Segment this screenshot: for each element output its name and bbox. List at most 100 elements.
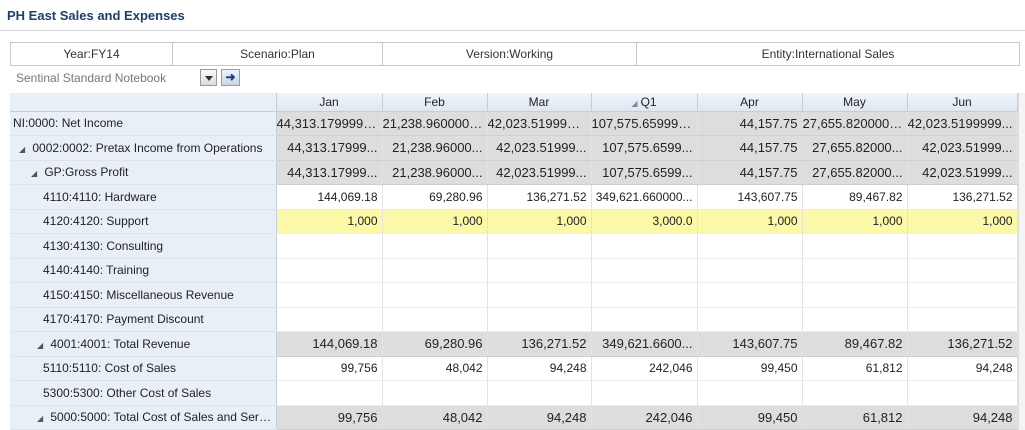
grid-cell[interactable] — [697, 258, 803, 283]
grid-cell[interactable] — [907, 307, 1018, 332]
grid-cell[interactable]: 1,000 — [802, 209, 908, 234]
pov-version[interactable]: Version:Working — [383, 43, 637, 65]
grid-cell[interactable] — [591, 233, 698, 259]
collapse-icon[interactable]: ◢ — [19, 145, 29, 154]
grid-cell[interactable]: 21,238.96000... — [382, 160, 488, 185]
grid-cell[interactable]: 42,023.51999... — [907, 160, 1018, 185]
grid-cell[interactable] — [591, 282, 698, 308]
grid-cell[interactable]: 99,756 — [276, 405, 383, 430]
notebook-select[interactable]: Sentinal Standard Notebook — [10, 68, 198, 88]
go-button[interactable]: ➜ — [221, 69, 240, 86]
grid-cell[interactable]: 1,000 — [697, 209, 803, 234]
grid-cell[interactable]: 144,069.18 — [276, 184, 383, 210]
grid-cell[interactable]: 136,271.52 — [487, 331, 592, 357]
collapse-icon[interactable]: ◢ — [37, 414, 47, 423]
pov-year[interactable]: Year:FY14 — [11, 43, 173, 65]
grid-cell[interactable]: 44,313.17999... — [276, 160, 383, 185]
grid-cell[interactable]: 42,023.51999... — [907, 135, 1018, 161]
grid-cell[interactable]: 1,000 — [276, 209, 383, 234]
row-header[interactable]: 5110:5110: Cost of Sales — [10, 356, 277, 381]
grid-cell[interactable]: 242,046 — [591, 356, 698, 381]
grid-cell[interactable] — [591, 380, 698, 406]
grid-cell[interactable]: 61,812 — [802, 405, 908, 430]
row-header[interactable]: ◢ 5000:5000: Total Cost of Sales and Ser… — [10, 405, 277, 430]
row-header[interactable]: ◢ GP:Gross Profit — [10, 160, 277, 185]
row-header[interactable]: 4140:4140: Training — [10, 258, 277, 283]
grid-cell[interactable]: 89,467.82 — [802, 184, 908, 210]
row-header[interactable]: 4170:4170: Payment Discount — [10, 307, 277, 332]
grid-cell[interactable]: 143,607.75 — [697, 184, 803, 210]
grid-cell[interactable]: 27,655.82000... — [802, 135, 908, 161]
grid-cell[interactable]: 136,271.52 — [487, 184, 592, 210]
grid-cell[interactable]: 143,607.75 — [697, 331, 803, 357]
col-header-q1[interactable]: ◢ Q1 — [591, 93, 698, 112]
grid-cell[interactable]: 48,042 — [382, 356, 488, 381]
grid-cell[interactable]: 44,157.75 — [697, 111, 803, 136]
grid-cell[interactable]: 44,313.17999... — [276, 135, 383, 161]
collapse-icon[interactable]: ◢ — [37, 341, 47, 350]
pov-entity[interactable]: Entity:International Sales — [637, 43, 1019, 65]
grid-cell[interactable] — [802, 307, 908, 332]
row-header[interactable]: 4120:4120: Support — [10, 209, 277, 234]
grid-cell[interactable] — [487, 282, 592, 308]
grid-cell[interactable] — [276, 258, 383, 283]
grid-cell[interactable]: 69,280.96 — [382, 331, 488, 357]
grid-cell[interactable] — [276, 380, 383, 406]
grid-cell[interactable]: 99,450 — [697, 405, 803, 430]
grid-cell[interactable]: 144,069.18 — [276, 331, 383, 357]
grid-cell[interactable] — [487, 233, 592, 259]
grid-cell[interactable] — [382, 258, 488, 283]
grid-cell[interactable]: 94,248 — [907, 405, 1018, 430]
grid-cell[interactable]: 89,467.82 — [802, 331, 908, 357]
grid-cell[interactable]: 136,271.52 — [907, 184, 1018, 210]
row-header[interactable]: 4130:4130: Consulting — [10, 233, 277, 259]
grid-cell[interactable]: 44,313.1799999... — [276, 111, 383, 136]
grid-cell[interactable] — [487, 380, 592, 406]
grid-cell[interactable]: 1,000 — [907, 209, 1018, 234]
grid-cell[interactable]: 94,248 — [487, 356, 592, 381]
grid-cell[interactable]: 42,023.51999... — [487, 160, 592, 185]
pov-scenario[interactable]: Scenario:Plan — [173, 43, 383, 65]
grid-cell[interactable]: 21,238.96000... — [382, 135, 488, 161]
grid-cell[interactable]: 27,655.82000... — [802, 160, 908, 185]
grid-cell[interactable]: 42,023.5199999... — [487, 111, 592, 136]
grid-cell[interactable]: 27,655.8200000... — [802, 111, 908, 136]
grid-cell[interactable] — [802, 233, 908, 259]
grid-cell[interactable] — [802, 380, 908, 406]
grid-cell[interactable]: 99,756 — [276, 356, 383, 381]
grid-cell[interactable]: 21,238.9600000... — [382, 111, 488, 136]
grid-cell[interactable]: 3,000.0 — [591, 209, 698, 234]
grid-cell[interactable] — [382, 233, 488, 259]
grid-cell[interactable]: 349,621.6600... — [591, 331, 698, 357]
grid-cell[interactable]: 94,248 — [487, 405, 592, 430]
col-header-apr[interactable]: Apr — [697, 93, 803, 112]
grid-cell[interactable]: 1,000 — [487, 209, 592, 234]
col-header-may[interactable]: May — [802, 93, 908, 112]
col-header-jan[interactable]: Jan — [276, 93, 383, 112]
collapse-icon[interactable]: ◢ — [631, 99, 637, 108]
grid-cell[interactable]: 242,046 — [591, 405, 698, 430]
grid-cell[interactable]: 94,248 — [907, 356, 1018, 381]
grid-cell[interactable] — [487, 258, 592, 283]
collapse-icon[interactable]: ◢ — [31, 169, 41, 178]
grid-cell[interactable] — [276, 233, 383, 259]
grid-cell[interactable]: 42,023.51999... — [487, 135, 592, 161]
row-header[interactable]: 4110:4110: Hardware — [10, 184, 277, 210]
horizontal-scroll-edge[interactable] — [1018, 93, 1025, 430]
grid-cell[interactable] — [697, 233, 803, 259]
grid-cell[interactable] — [907, 233, 1018, 259]
grid-cell[interactable] — [382, 307, 488, 332]
grid-cell[interactable]: 44,157.75 — [697, 160, 803, 185]
row-header[interactable]: 5300:5300: Other Cost of Sales — [10, 380, 277, 406]
grid-cell[interactable]: 48,042 — [382, 405, 488, 430]
row-header[interactable]: ◢ 0002:0002: Pretax Income from Operatio… — [10, 135, 277, 161]
grid-cell[interactable] — [382, 380, 488, 406]
col-header-feb[interactable]: Feb — [382, 93, 488, 112]
grid-cell[interactable] — [907, 380, 1018, 406]
grid-cell[interactable] — [487, 307, 592, 332]
grid-cell[interactable] — [697, 380, 803, 406]
grid-cell[interactable] — [591, 307, 698, 332]
grid-cell[interactable]: 107,575.6599... — [591, 160, 698, 185]
row-header[interactable]: 4150:4150: Miscellaneous Revenue — [10, 282, 277, 308]
grid-cell[interactable]: 136,271.52 — [907, 331, 1018, 357]
